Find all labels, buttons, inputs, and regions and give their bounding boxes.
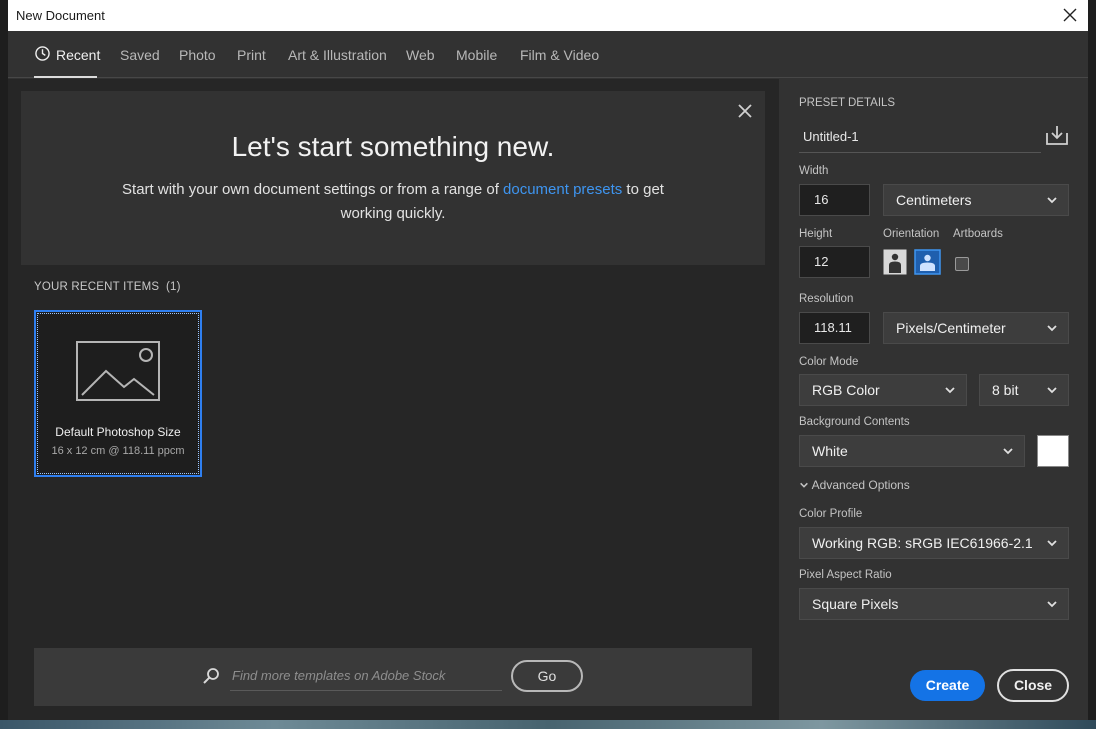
recent-item-meta: 16 x 12 cm @ 118.11 ppcm — [51, 445, 185, 457]
preset-details-panel: PRESET DETAILS Untitled-1 Width 16 Centi… — [778, 79, 1088, 720]
width-input[interactable]: 16 — [799, 184, 870, 216]
pixel-aspect-ratio-label: Pixel Aspect Ratio — [799, 569, 892, 581]
portrait-orientation-button[interactable] — [883, 249, 907, 275]
left-panel: Let's start something new. Start with yo… — [8, 79, 778, 720]
stock-search-input[interactable] — [230, 661, 502, 691]
window-title: New Document — [16, 8, 105, 23]
tab-photo[interactable]: Photo — [179, 47, 216, 63]
color-mode-label: Color Mode — [799, 356, 859, 368]
category-tabs: Recent Saved Photo Print Art & Illustrat… — [8, 31, 1088, 78]
recent-items-count: (1) — [166, 281, 181, 293]
search-icon — [203, 668, 219, 684]
banner-text-start: Start with your own document settings or… — [122, 181, 504, 198]
close-button[interactable]: Close — [997, 669, 1069, 702]
height-input[interactable]: 12 — [799, 246, 870, 278]
image-placeholder-icon — [76, 341, 160, 401]
banner-close-icon[interactable] — [737, 103, 753, 119]
chevron-down-icon — [800, 482, 808, 488]
resolution-label: Resolution — [799, 293, 854, 305]
chevron-down-icon — [1047, 601, 1057, 608]
window-close-button[interactable] — [1058, 4, 1082, 26]
tab-recent[interactable]: Recent — [56, 47, 100, 63]
width-unit-dropdown[interactable]: Centimeters — [883, 184, 1069, 216]
background-right — [1088, 0, 1096, 729]
width-unit-value: Centimeters — [896, 192, 972, 208]
background-left — [0, 0, 8, 729]
welcome-banner: Let's start something new. Start with yo… — [21, 91, 765, 265]
artboards-checkbox[interactable] — [955, 257, 969, 271]
landscape-orientation-button[interactable] — [914, 249, 941, 275]
color-profile-dropdown[interactable]: Working RGB: sRGB IEC61966-2.1 — [799, 527, 1069, 559]
resolution-unit-value: Pixels/Centimeter — [896, 320, 1006, 336]
tab-saved[interactable]: Saved — [120, 47, 160, 63]
orientation-label: Orientation — [883, 228, 940, 240]
recent-item-name: Default Photoshop Size — [55, 425, 181, 439]
tab-print[interactable]: Print — [237, 47, 266, 63]
clock-icon — [35, 46, 50, 61]
tab-art-illustration[interactable]: Art & Illustration — [288, 47, 387, 63]
artboards-label: Artboards — [953, 228, 1003, 240]
banner-title: Let's start something new. — [231, 131, 555, 162]
color-mode-dropdown[interactable]: RGB Color — [799, 374, 967, 406]
pixel-aspect-ratio-value: Square Pixels — [812, 596, 899, 612]
advanced-options-label: Advanced Options — [811, 478, 910, 492]
tab-mobile[interactable]: Mobile — [456, 47, 497, 63]
document-presets-link[interactable]: document presets — [503, 181, 622, 198]
background-desktop-strip — [0, 720, 1096, 729]
background-contents-dropdown[interactable]: White — [799, 435, 1025, 467]
color-profile-value: Working RGB: sRGB IEC61966-2.1 — [812, 535, 1033, 551]
chevron-down-icon — [1047, 325, 1057, 332]
new-document-dialog: New Document Recent Saved Photo Print Ar… — [8, 0, 1088, 720]
width-label: Width — [799, 165, 829, 177]
advanced-options-toggle[interactable]: Advanced Options — [799, 478, 910, 492]
go-button[interactable]: Go — [511, 660, 583, 692]
preset-details-header: PRESET DETAILS — [799, 97, 896, 109]
resolution-input[interactable]: 118.11 — [799, 312, 870, 344]
close-icon — [1063, 8, 1077, 22]
chevron-down-icon — [1047, 387, 1057, 394]
background-color-swatch[interactable] — [1037, 435, 1069, 467]
resolution-unit-dropdown[interactable]: Pixels/Centimeter — [883, 312, 1069, 344]
height-label: Height — [799, 228, 833, 240]
chevron-down-icon — [1003, 448, 1013, 455]
title-bar: New Document — [8, 0, 1088, 31]
recent-items-header: YOUR RECENT ITEMS (1) — [34, 281, 181, 293]
banner-text: Start with your own document settings or… — [121, 178, 665, 226]
chevron-down-icon — [945, 387, 955, 394]
active-tab-indicator — [34, 76, 97, 78]
chevron-down-icon — [1047, 540, 1057, 547]
pixel-aspect-ratio-dropdown[interactable]: Square Pixels — [799, 588, 1069, 620]
stock-search-bar: Go — [34, 648, 752, 706]
save-preset-icon[interactable] — [1045, 124, 1069, 146]
recent-items-title: YOUR RECENT ITEMS — [34, 281, 160, 293]
bit-depth-value: 8 bit — [992, 382, 1019, 398]
chevron-down-icon — [1047, 197, 1057, 204]
tab-web[interactable]: Web — [406, 47, 435, 63]
tab-film-video[interactable]: Film & Video — [520, 47, 599, 63]
background-contents-label: Background Contents — [799, 416, 910, 428]
color-mode-value: RGB Color — [812, 382, 880, 398]
background-contents-value: White — [812, 443, 848, 459]
recent-item-card[interactable]: Default Photoshop Size 16 x 12 cm @ 118.… — [34, 310, 202, 477]
document-name-field[interactable]: Untitled-1 — [799, 123, 1041, 153]
bit-depth-dropdown[interactable]: 8 bit — [979, 374, 1069, 406]
create-button[interactable]: Create — [910, 670, 985, 701]
color-profile-label: Color Profile — [799, 508, 863, 520]
